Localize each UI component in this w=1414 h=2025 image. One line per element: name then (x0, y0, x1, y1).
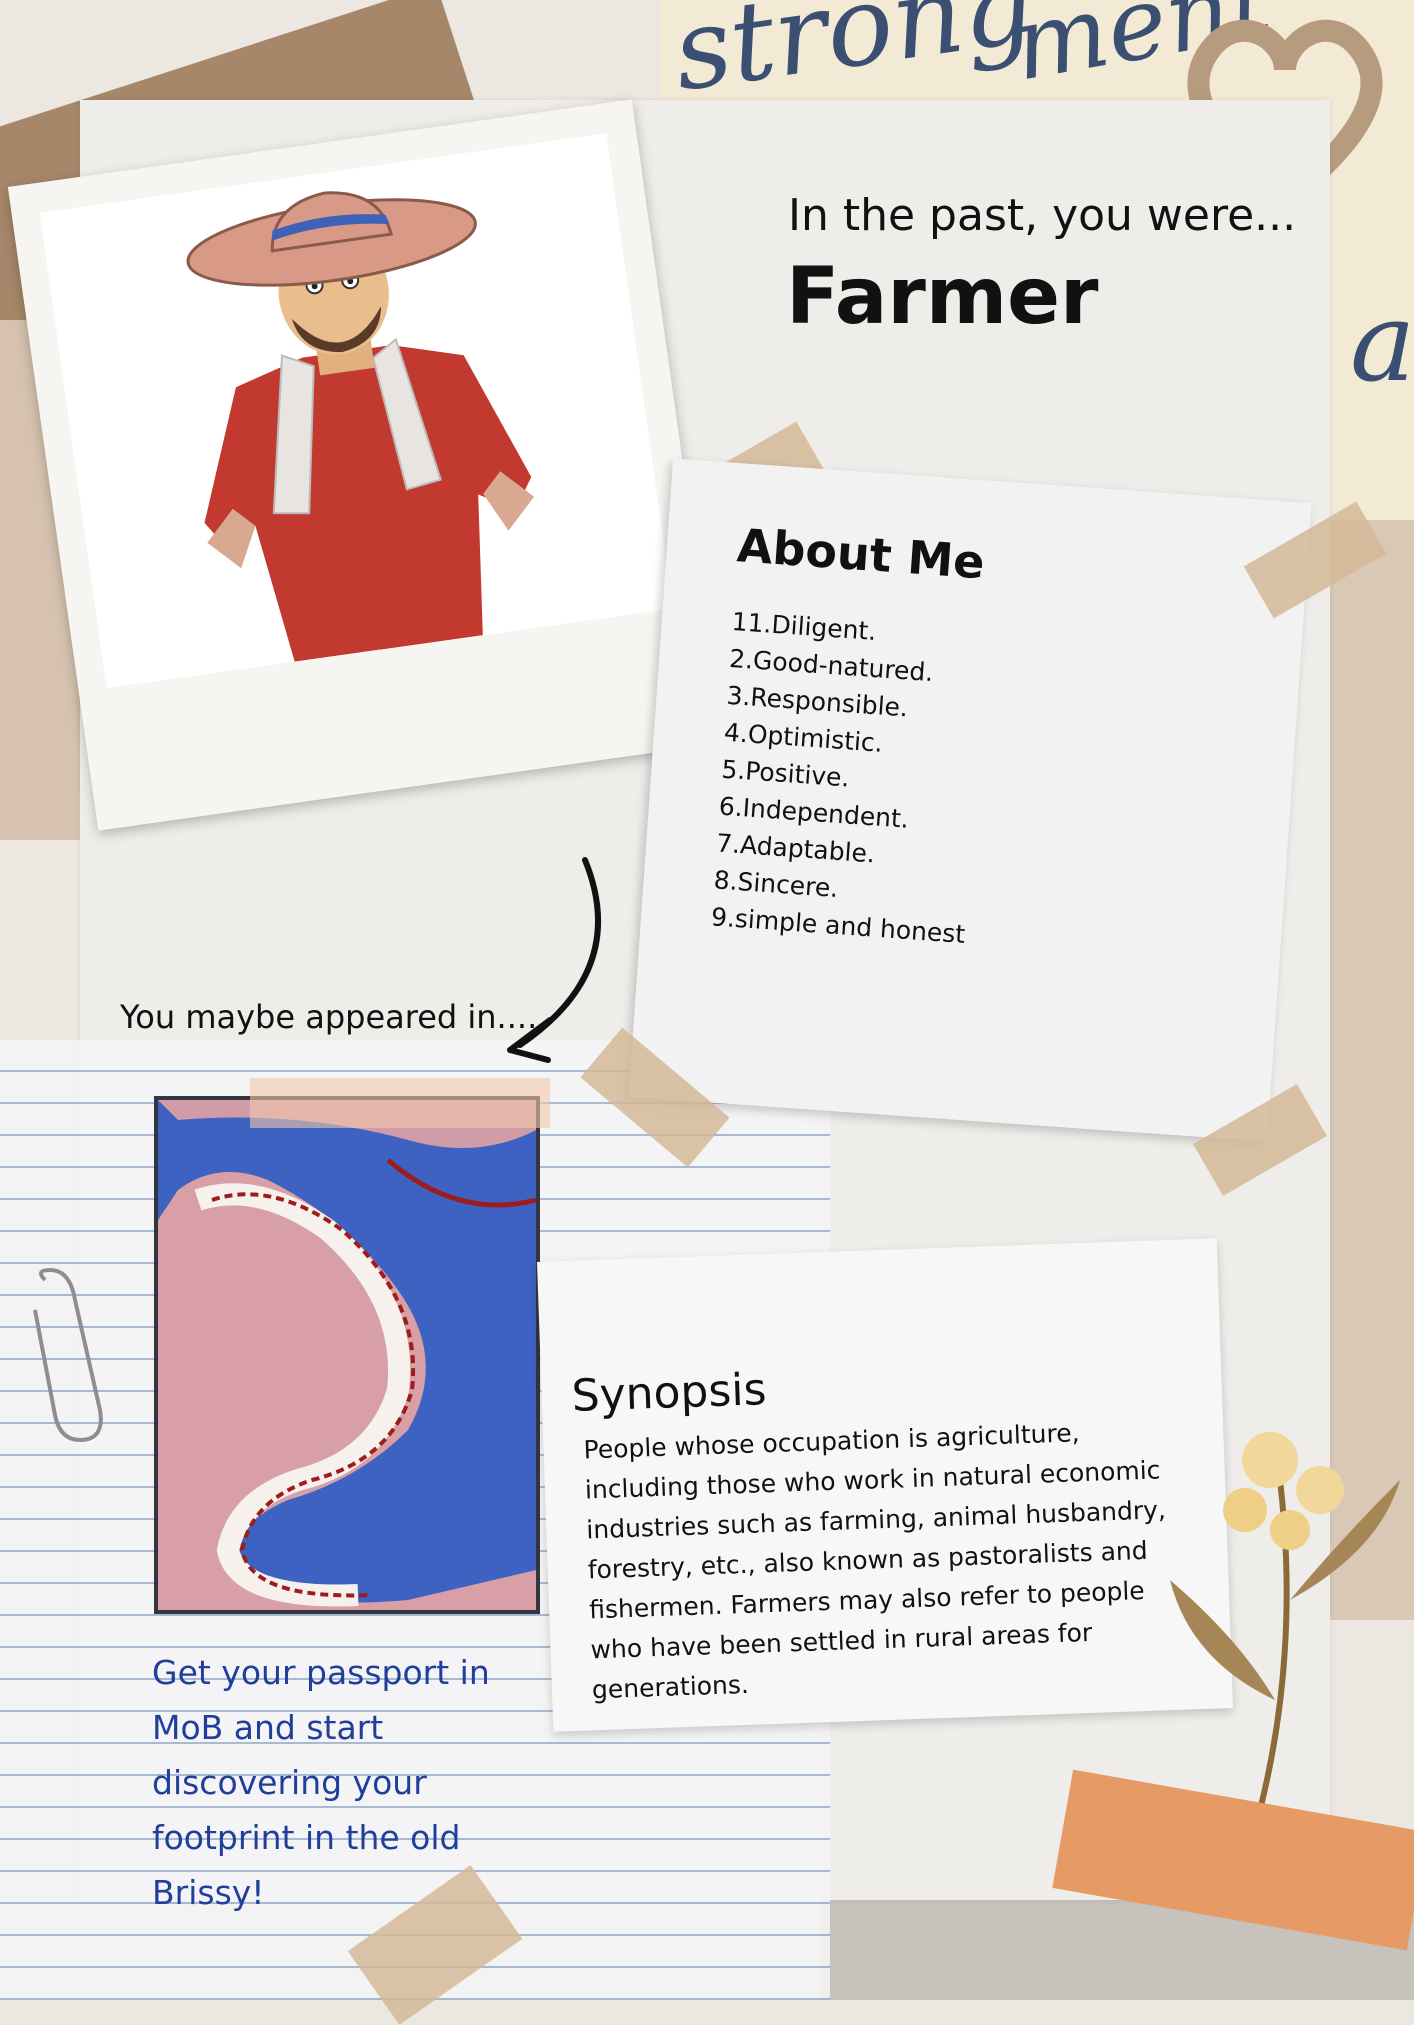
flower-icon (1170, 1432, 1400, 1811)
role-title: Farmer (786, 252, 1099, 342)
intro-heading: In the past, you were... (788, 190, 1297, 241)
about-me-note: About Me 11.Diligent. 2.Good-natured. 3.… (628, 458, 1312, 1142)
about-title: About Me (735, 518, 987, 590)
about-list: 11.Diligent. 2.Good-natured. 3.Responsib… (710, 603, 987, 953)
map-illustration (158, 1100, 536, 1610)
farmer-polaroid (7, 99, 723, 831)
svg-text:strong: strong (666, 0, 1041, 116)
farmer-photo (39, 133, 673, 689)
synopsis-note: Synopsis People whose occupation is agri… (537, 1238, 1233, 1732)
tape-map (250, 1078, 550, 1128)
paperclip-icon (33, 1267, 103, 1443)
svg-text:ar: ar (1350, 278, 1414, 406)
synopsis-text: People whose occupation is agriculture, … (583, 1418, 1167, 1705)
synopsis-title: Synopsis (570, 1364, 768, 1422)
passport-cta: Get your passport in MoB and start disco… (152, 1653, 490, 1912)
farmer-illustration (186, 191, 535, 662)
arrow-icon (507, 857, 601, 1063)
appeared-label: You maybe appeared in.... (120, 998, 538, 1036)
historic-map (154, 1096, 540, 1614)
